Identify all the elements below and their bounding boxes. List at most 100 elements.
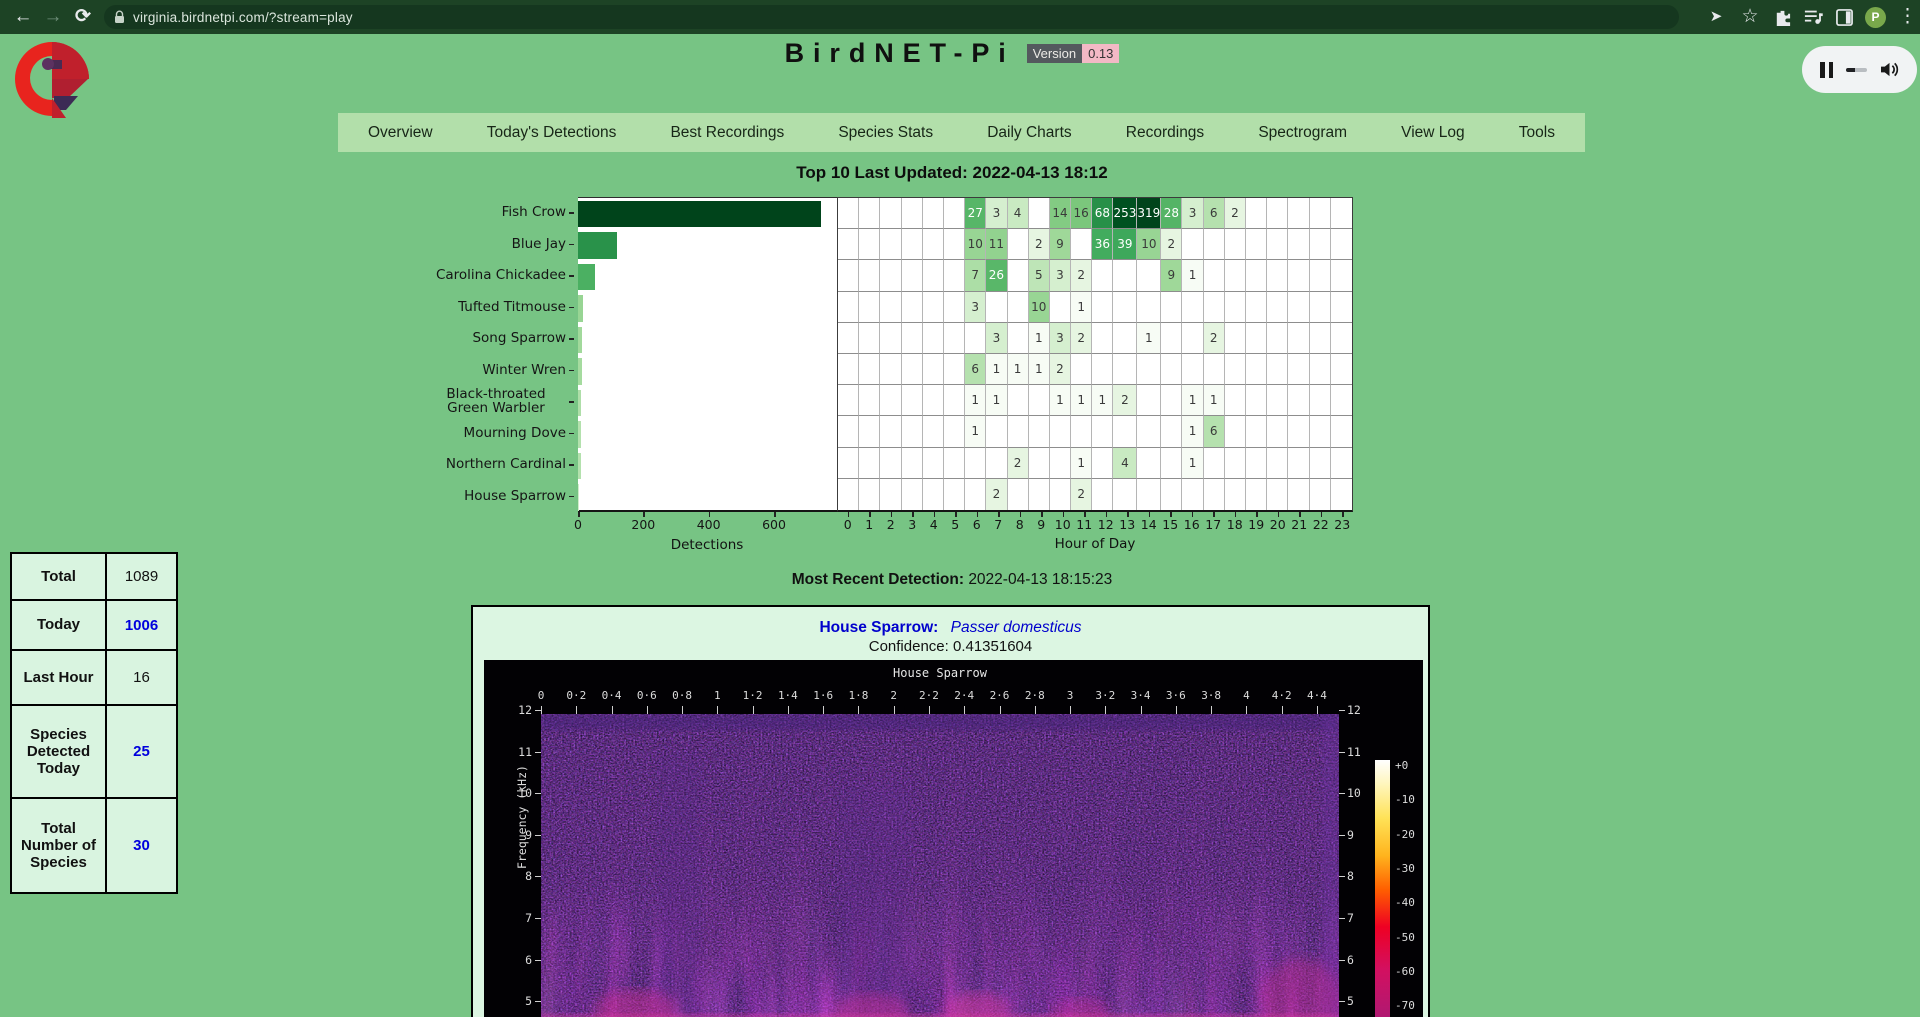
hour-tick-label: 23 bbox=[1334, 517, 1350, 532]
nav-item-today-s-detections[interactable]: Today's Detections bbox=[487, 124, 617, 142]
nav-item-recordings[interactable]: Recordings bbox=[1126, 124, 1204, 142]
heatmap-cell bbox=[1008, 385, 1029, 416]
send-icon[interactable]: ➤ bbox=[1705, 0, 1727, 34]
stats-value-species-detected-today[interactable]: 25 bbox=[107, 706, 176, 797]
freq-tick-label: 9 bbox=[506, 828, 532, 842]
nav-item-overview[interactable]: Overview bbox=[368, 124, 433, 142]
heatmap-cell bbox=[923, 198, 944, 229]
axis-tick bbox=[569, 244, 574, 246]
pause-icon[interactable] bbox=[1820, 62, 1833, 78]
heatmap-cell bbox=[1204, 479, 1225, 510]
heatmap-cell: 1 bbox=[986, 385, 1007, 416]
nav-item-species-stats[interactable]: Species Stats bbox=[838, 124, 933, 142]
version-badge: Version 0.13 bbox=[1027, 44, 1120, 63]
heatmap-cell bbox=[880, 479, 901, 510]
freq-tick-mark bbox=[1339, 876, 1345, 877]
colorbar-tick-label: -10 bbox=[1395, 793, 1415, 806]
species-label: Song Sparrow bbox=[472, 332, 566, 346]
stats-row: Total Number of Species30 bbox=[12, 799, 176, 892]
menu-overflow-icon[interactable]: ⋮ bbox=[1898, 0, 1912, 34]
nav-item-best-recordings[interactable]: Best Recordings bbox=[670, 124, 784, 142]
colorbar-tick-label: -70 bbox=[1395, 999, 1415, 1012]
side-panel-icon[interactable] bbox=[1836, 9, 1853, 26]
heatmap-cell bbox=[1267, 229, 1288, 260]
back-icon[interactable]: ← bbox=[8, 0, 38, 34]
hour-tick-label: 9 bbox=[1037, 517, 1045, 532]
hour-tick-label: 0 bbox=[844, 517, 852, 532]
spectrogram-plot bbox=[541, 714, 1339, 1017]
heatmap-cell bbox=[880, 354, 901, 385]
audio-player[interactable] bbox=[1802, 46, 1917, 93]
species-row: Fish Crow bbox=[360, 197, 574, 229]
freq-tick-mark bbox=[1339, 710, 1345, 711]
heatmap-cell bbox=[1225, 292, 1246, 323]
volume-icon[interactable] bbox=[1880, 61, 1899, 78]
species-common-name-link[interactable]: House Sparrow: bbox=[819, 619, 938, 636]
nav-item-daily-charts[interactable]: Daily Charts bbox=[987, 124, 1071, 142]
version-value: 0.13 bbox=[1082, 44, 1119, 63]
heatmap-cell bbox=[1161, 292, 1182, 323]
heatmap-cell bbox=[1161, 354, 1182, 385]
reload-icon[interactable]: ⟳ bbox=[68, 0, 98, 34]
heatmap-cell bbox=[1008, 292, 1029, 323]
heatmap-cell bbox=[859, 385, 880, 416]
species-label: Northern Cardinal bbox=[446, 458, 566, 472]
detection-card: House Sparrow: Passer domesticus Confide… bbox=[471, 605, 1430, 1017]
extensions-puzzle-icon[interactable] bbox=[1773, 8, 1792, 27]
nav-item-view-log[interactable]: View Log bbox=[1401, 124, 1464, 142]
nav-item-spectrogram[interactable]: Spectrogram bbox=[1258, 124, 1347, 142]
heatmap-cell bbox=[1246, 323, 1267, 354]
heatmap-cell bbox=[1204, 229, 1225, 260]
heatmap-cell: 7 bbox=[965, 260, 986, 291]
hour-tick-label: 8 bbox=[1016, 517, 1024, 532]
axis-tick bbox=[569, 496, 574, 498]
freq-tick-label: 11 bbox=[506, 745, 532, 759]
time-tick-label: 2·8 bbox=[1025, 689, 1045, 702]
heatmap-cell: 9 bbox=[1161, 260, 1182, 291]
nav-item-tools[interactable]: Tools bbox=[1519, 124, 1555, 142]
heatmap-cell bbox=[1310, 385, 1331, 416]
forward-icon[interactable]: → bbox=[38, 0, 68, 34]
heatmap-cell: 3 bbox=[1182, 198, 1203, 229]
heatmap-cell bbox=[1137, 260, 1161, 291]
url-bar[interactable]: virginia.birdnetpi.com/?stream=play bbox=[104, 5, 1679, 29]
detections-bar bbox=[578, 232, 617, 259]
heatmap-cell: 319 bbox=[1137, 198, 1161, 229]
bookmark-star-icon[interactable]: ☆ bbox=[1739, 0, 1761, 34]
stats-value-total-number-of-species[interactable]: 30 bbox=[107, 799, 176, 892]
heatmap-cell bbox=[1310, 198, 1331, 229]
profile-avatar[interactable]: P bbox=[1865, 7, 1886, 28]
colorbar-tick-label: -60 bbox=[1395, 965, 1415, 978]
heatmap-cell bbox=[902, 479, 923, 510]
time-tick-label: 1·4 bbox=[778, 689, 798, 702]
heatmap-cell bbox=[1161, 416, 1182, 447]
heatmap-cell bbox=[1008, 479, 1029, 510]
heatmap-cell bbox=[1182, 479, 1203, 510]
heatmap-cell bbox=[902, 323, 923, 354]
heatmap-cell bbox=[1310, 260, 1331, 291]
heatmap-cell bbox=[859, 479, 880, 510]
time-tick-mark bbox=[894, 706, 895, 714]
heatmap-cell bbox=[1246, 354, 1267, 385]
heatmap-cell bbox=[880, 323, 901, 354]
heatmap-cell: 16 bbox=[1071, 198, 1092, 229]
time-tick-label: 0 bbox=[538, 689, 545, 702]
heatmap-cell bbox=[1029, 416, 1050, 447]
heatmap-cell: 3 bbox=[965, 292, 986, 323]
seek-bar[interactable] bbox=[1846, 68, 1867, 72]
heatmap-cell: 1 bbox=[1182, 260, 1203, 291]
heatmap-cell bbox=[1161, 323, 1182, 354]
freq-tick-label: 7 bbox=[1347, 911, 1373, 925]
time-tick-label: 1 bbox=[714, 689, 721, 702]
heatmap-cell bbox=[902, 416, 923, 447]
stats-value-today[interactable]: 1006 bbox=[107, 601, 176, 649]
heatmap-cell: 1 bbox=[965, 385, 986, 416]
time-tick-mark bbox=[929, 706, 930, 714]
heatmap-cell bbox=[838, 385, 859, 416]
time-tick-label: 3·2 bbox=[1095, 689, 1115, 702]
freq-tick-mark bbox=[1339, 918, 1345, 919]
freq-tick-label: 12 bbox=[1347, 703, 1373, 717]
playlist-media-icon[interactable] bbox=[1804, 8, 1824, 26]
time-tick-label: 0·4 bbox=[602, 689, 622, 702]
heatmap-cell bbox=[1225, 323, 1246, 354]
